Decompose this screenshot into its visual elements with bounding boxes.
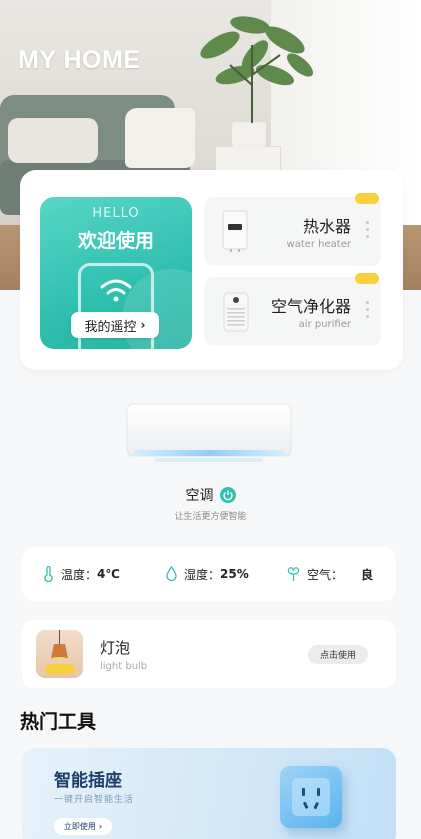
pillow (8, 118, 98, 163)
smart-socket-banner[interactable]: 智能插座 一键开启智能生活 立即使用 › (22, 748, 396, 839)
lamp-icon (36, 630, 83, 678)
power-icon[interactable] (219, 487, 236, 503)
banner-subtitle: 一键开启智能生活 (54, 795, 135, 805)
use-now-label: 立即使用 (63, 822, 96, 831)
socket-icon (280, 766, 342, 828)
banner-title: 智能插座 (54, 771, 122, 791)
use-bulb-button[interactable]: 点击使用 (308, 645, 368, 664)
bulb-tag-badge (45, 664, 75, 674)
hello-text: HELLO (92, 206, 140, 221)
plant-pot (232, 122, 266, 150)
temperature-item: 温度： 4℃ (42, 566, 120, 583)
air-item: 空气： 良 (286, 566, 373, 583)
ac-title: 空调 (0, 485, 421, 505)
more-icon[interactable] (366, 301, 370, 322)
my-remote-label: 我的遥控 (84, 319, 137, 335)
wifi-icon (100, 279, 132, 302)
device-card-water-heater[interactable]: 热水器 water heater (204, 193, 381, 266)
device-panel: HELLO 欢迎使用 我的遥控 › 热水器 water heater 空气净化器… (20, 170, 403, 370)
humidity-value: 25% (220, 567, 249, 581)
hot-tools-title: 热门工具 (20, 711, 97, 733)
device-card-air-purifier[interactable]: 空气净化器 air purifier (204, 273, 381, 346)
device-name: 空气净化器 (270, 297, 351, 316)
more-icon[interactable] (366, 221, 370, 242)
blanket (125, 108, 195, 168)
welcome-title: 欢迎使用 (77, 230, 154, 252)
device-tag-badge (355, 273, 379, 284)
device-tag-badge (355, 193, 379, 204)
air-value: 良 (361, 567, 374, 582)
bulb-subtitle: light bulb (100, 661, 148, 672)
air-conditioner-image[interactable] (125, 402, 293, 464)
device-name: 热水器 (302, 217, 351, 236)
page-title: MY HOME (18, 46, 141, 74)
welcome-card[interactable]: HELLO 欢迎使用 我的遥控 › (40, 197, 192, 349)
ac-name: 空调 (185, 488, 214, 504)
air-label: 空气： (307, 567, 344, 582)
use-now-button[interactable]: 立即使用 › (54, 818, 112, 835)
device-subtitle: air purifier (298, 319, 351, 330)
temperature-label: 温度： (61, 567, 98, 582)
water-drop-icon (166, 566, 177, 582)
chevron-right-icon: › (140, 318, 146, 332)
chevron-right-icon: › (98, 822, 103, 831)
humidity-item: 湿度： 25% (165, 566, 249, 583)
temperature-value: 4℃ (97, 567, 120, 581)
device-subtitle: water heater (286, 239, 351, 250)
bulb-card[interactable]: 灯泡 light bulb 点击使用 (22, 620, 396, 688)
thermometer-icon (44, 566, 53, 582)
humidity-label: 湿度： (184, 567, 221, 582)
ac-subtitle: 让生活更方便智能 (174, 512, 247, 522)
environment-panel: 温度： 4℃ 湿度： 25% 空气： 良 (22, 547, 396, 601)
plant-icon (200, 16, 314, 123)
air-purifier-icon (223, 292, 249, 332)
water-heater-icon (222, 210, 248, 252)
leaf-icon (287, 567, 300, 581)
my-remote-button[interactable]: 我的遥控 › (71, 312, 159, 338)
bulb-name: 灯泡 (100, 639, 131, 657)
